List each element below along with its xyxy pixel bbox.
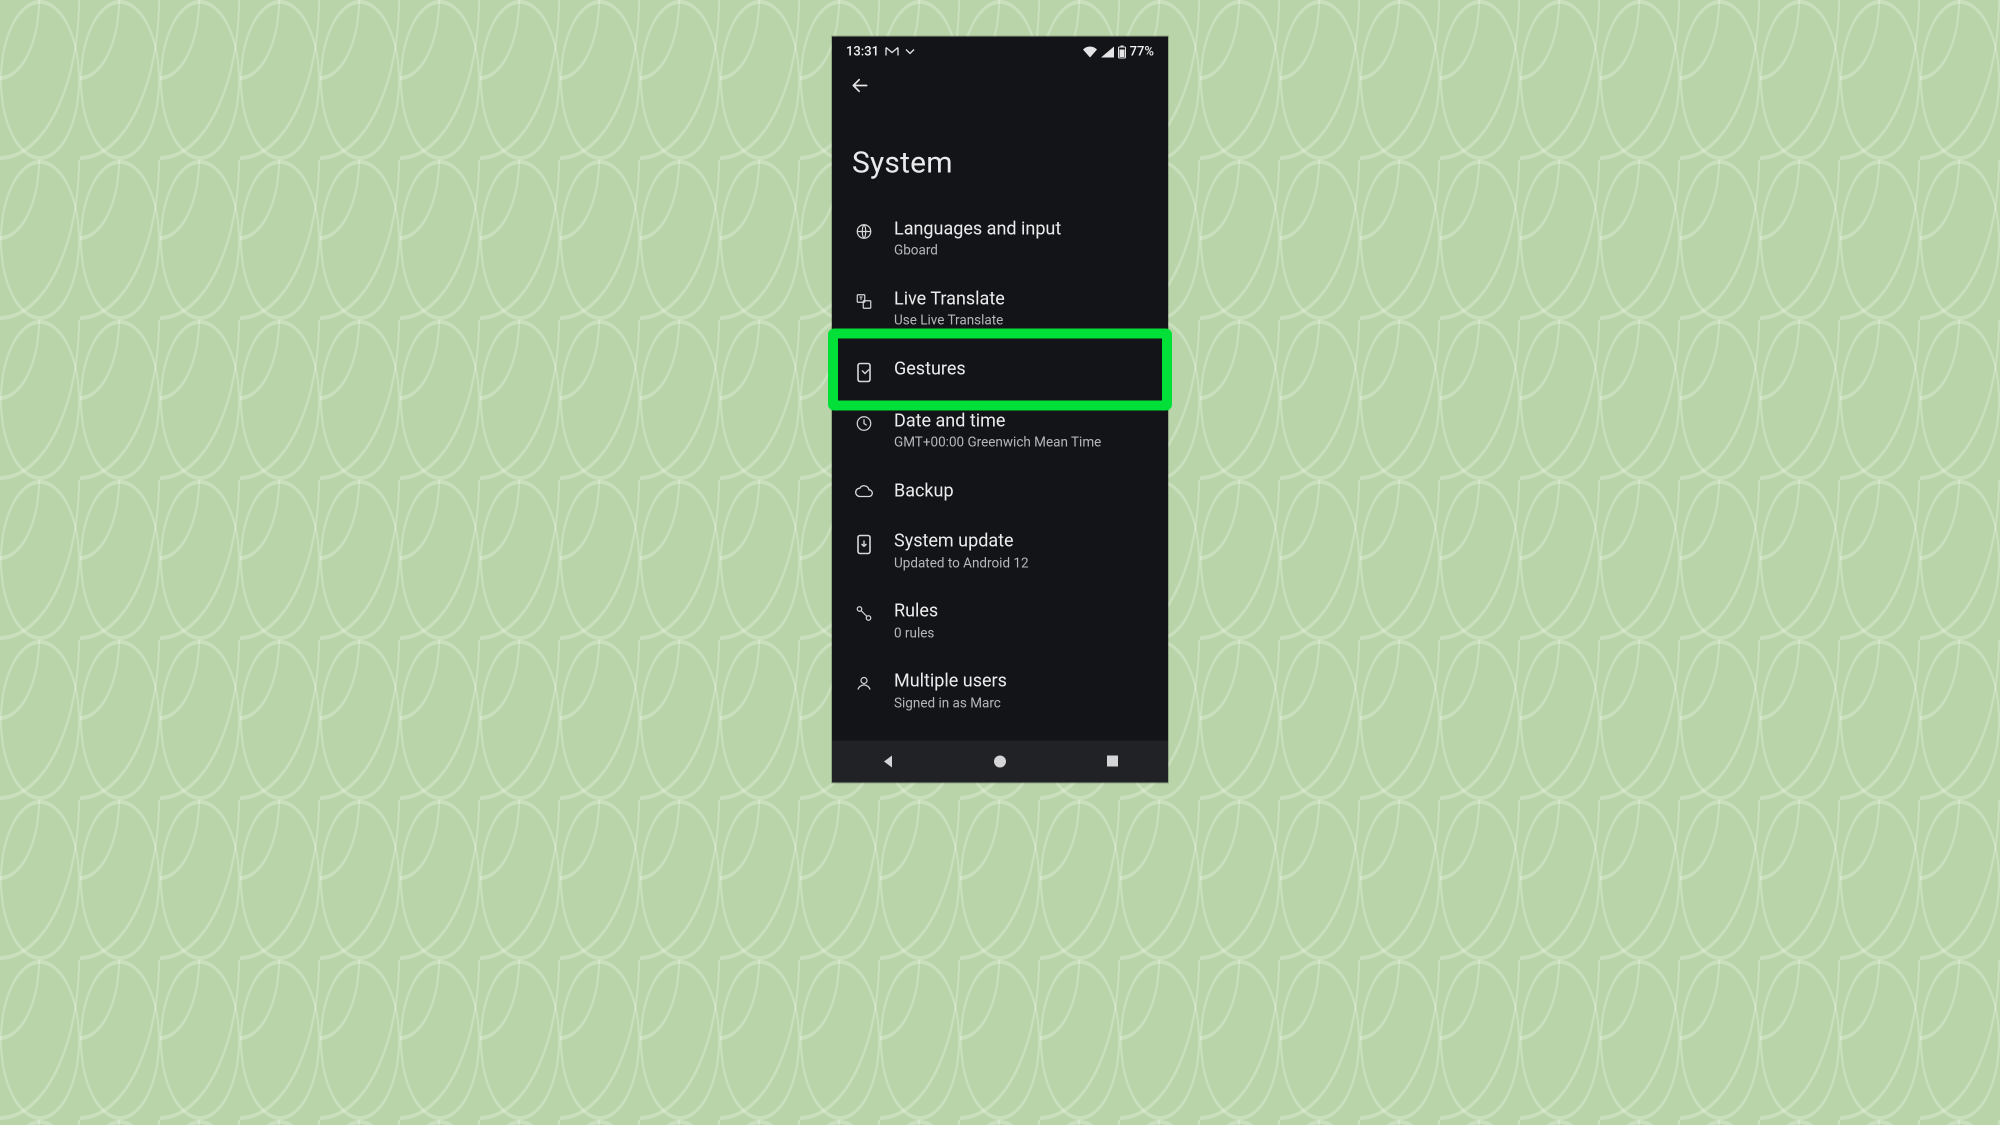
row-sub: GMT+00:00 Greenwich Mean Time (894, 435, 1101, 453)
translate-icon (852, 288, 876, 310)
clock-icon (852, 410, 876, 432)
row-sub: Gboard (894, 243, 1061, 261)
row-label: Live Translate (894, 288, 1005, 311)
battery-icon (1118, 45, 1126, 58)
row-gestures[interactable]: Gestures (832, 344, 1168, 396)
nav-circle-home-icon (993, 754, 1007, 768)
nav-recent-button[interactable] (1082, 740, 1142, 782)
settings-list: Languages and input Gboard Live Translat… (832, 204, 1168, 753)
row-label: Backup (894, 480, 954, 503)
wifi-icon (1083, 46, 1097, 57)
globe-icon (852, 218, 876, 240)
row-label: Multiple users (894, 671, 1007, 694)
status-time: 13:31 (846, 44, 879, 59)
row-backup[interactable]: Backup (832, 466, 1168, 517)
nav-triangle-back-icon (880, 753, 896, 769)
row-sub: Updated to Android 12 (894, 555, 1029, 573)
row-label: System update (894, 531, 1029, 554)
row-sub: Signed in as Marc (894, 695, 1007, 713)
row-label: Rules (894, 601, 938, 624)
row-date-time[interactable]: Date and time GMT+00:00 Greenwich Mean T… (832, 396, 1168, 466)
row-rules[interactable]: Rules 0 rules (832, 587, 1168, 657)
nav-home-button[interactable] (970, 740, 1030, 782)
gmail-icon (885, 47, 899, 57)
chevron-down-icon (905, 49, 915, 55)
update-icon (852, 531, 876, 555)
navigation-bar (832, 740, 1168, 782)
row-sub: 0 rules (894, 625, 938, 643)
status-bar: 13:31 77% (832, 36, 1168, 63)
row-label: Date and time (894, 410, 1101, 433)
row-sub: Use Live Translate (894, 313, 1005, 331)
nav-square-recent-icon (1106, 755, 1119, 768)
signal-icon (1101, 46, 1114, 57)
row-label: Languages and input (894, 218, 1061, 241)
row-multiple-users[interactable]: Multiple users Signed in as Marc (832, 657, 1168, 753)
row-live-translate[interactable]: Live Translate Use Live Translate (832, 274, 1168, 344)
row-system-update[interactable]: System update Updated to Android 12 (832, 517, 1168, 587)
gesture-icon (852, 358, 876, 382)
row-label: Gestures (894, 358, 966, 381)
page-title: System (832, 99, 1168, 204)
app-bar (832, 63, 1168, 99)
nav-back-button[interactable] (858, 740, 918, 782)
row-languages-input[interactable]: Languages and input Gboard (832, 204, 1168, 274)
arrow-left-icon (850, 75, 870, 95)
person-icon (852, 671, 876, 693)
cloud-icon (852, 480, 876, 498)
rules-icon (852, 601, 876, 623)
phone-frame: 13:31 77% (832, 36, 1168, 782)
status-battery: 77% (1130, 44, 1154, 59)
back-button[interactable] (846, 71, 874, 99)
